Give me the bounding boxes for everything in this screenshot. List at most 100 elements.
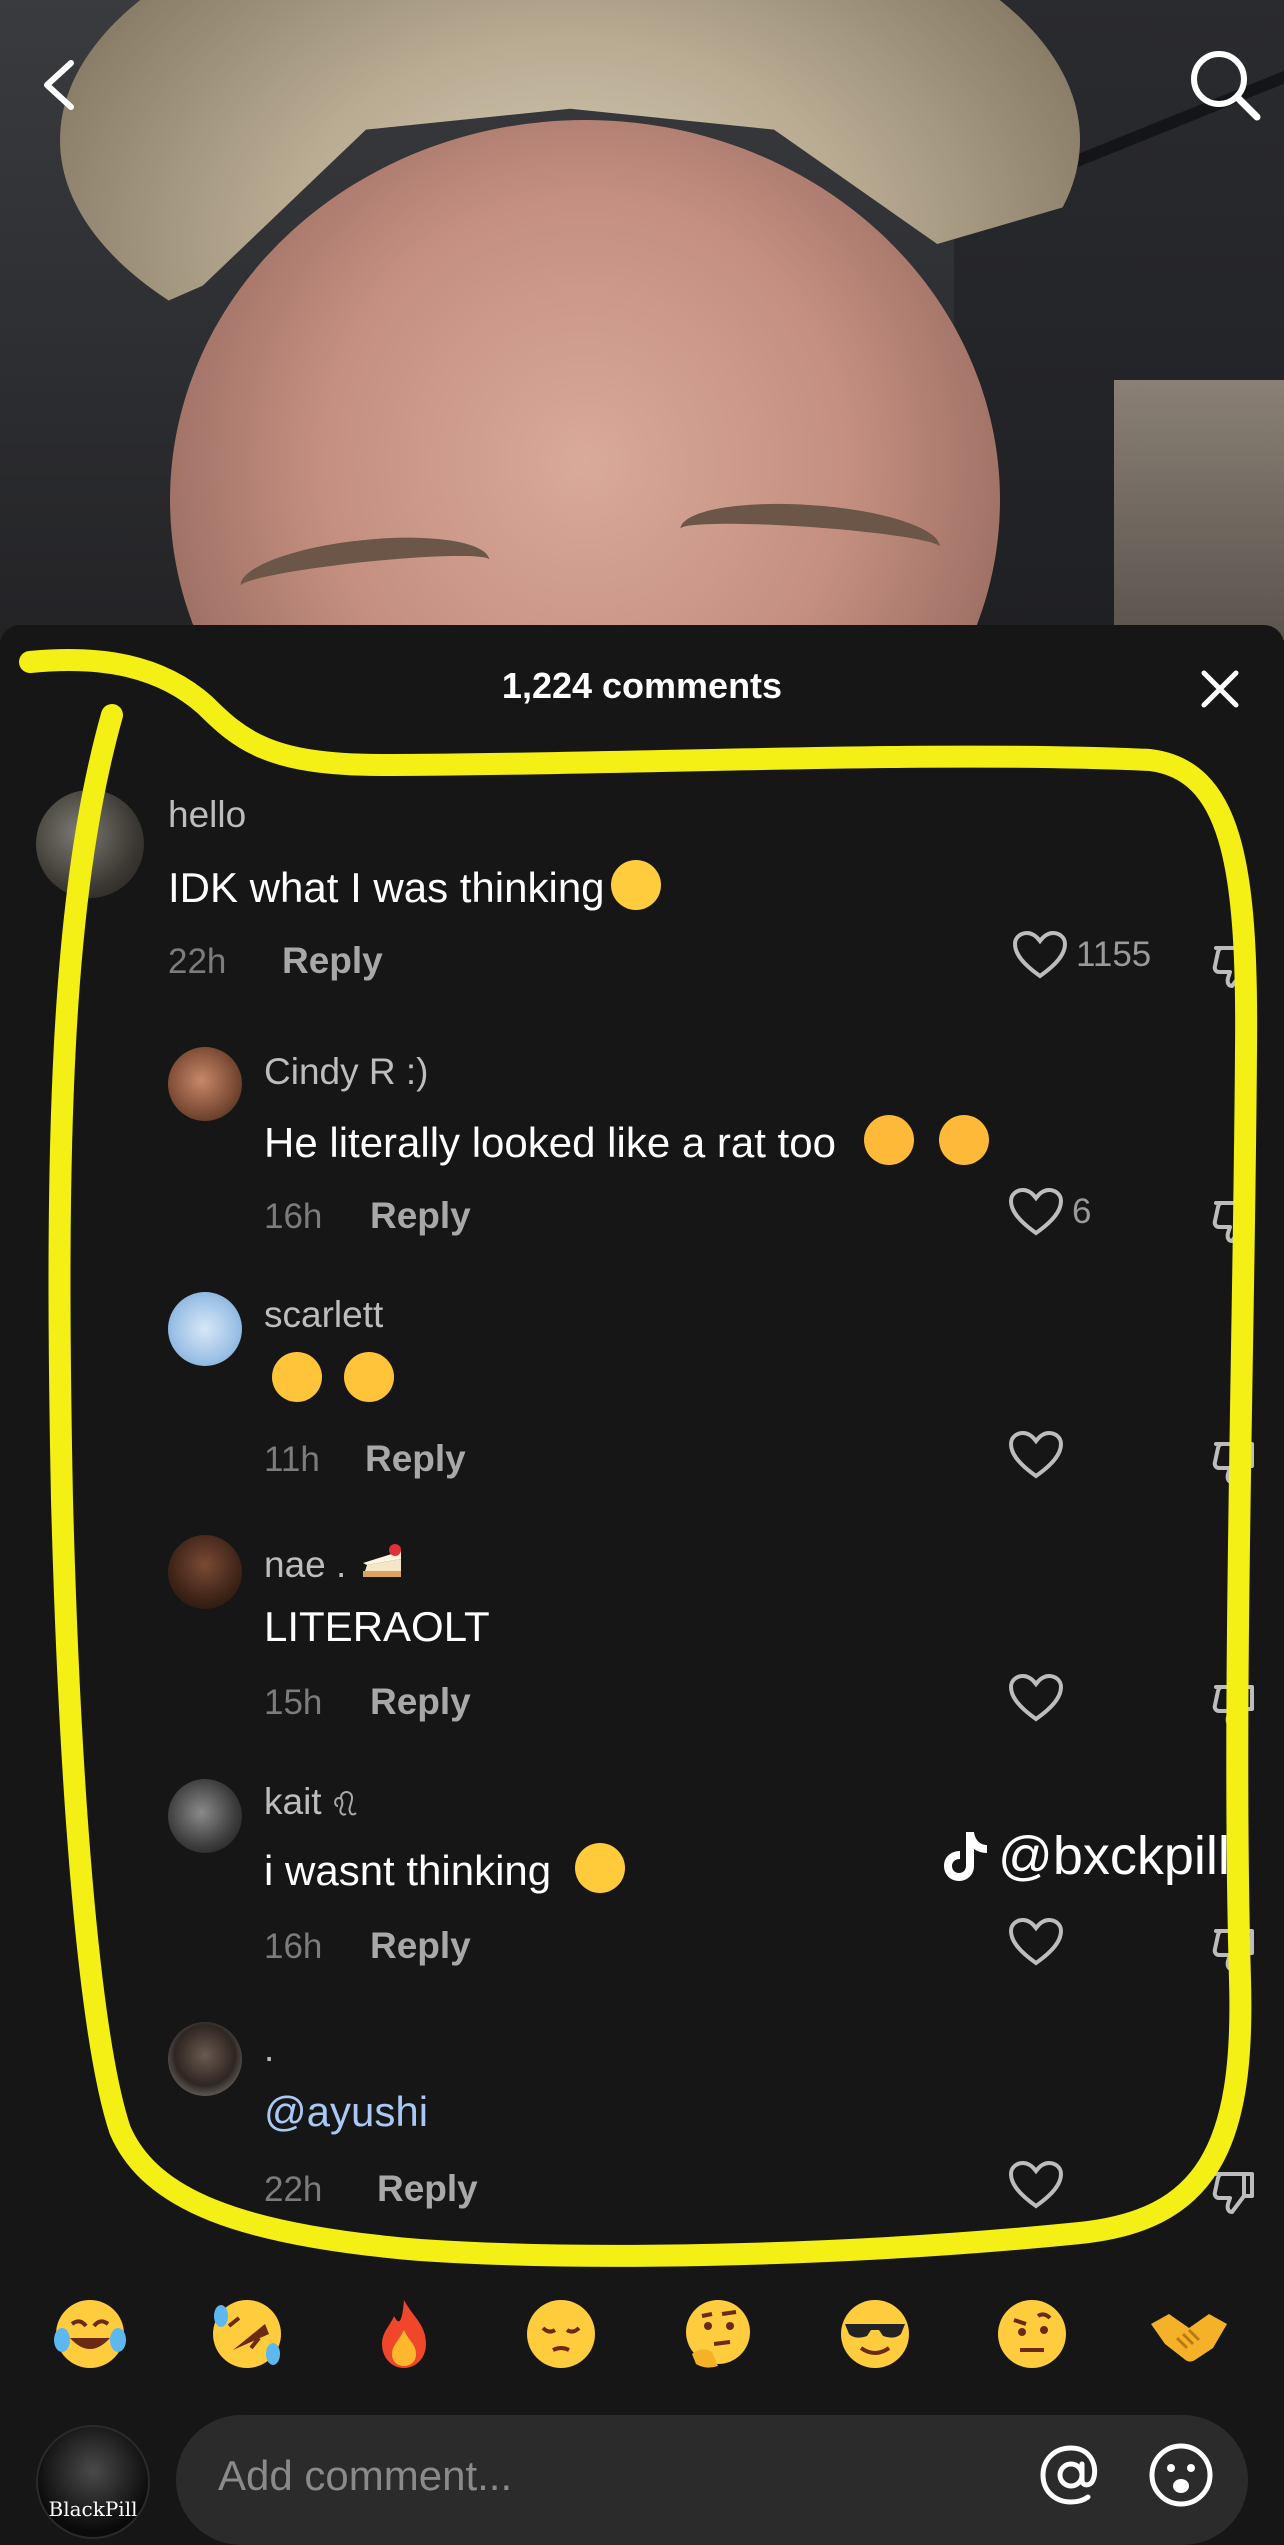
quick-emoji-button[interactable] [517, 2290, 605, 2378]
like-button[interactable] [1008, 1430, 1064, 1480]
rolling-on-the-floor-laughing-icon [213, 2300, 281, 2368]
avatar[interactable] [36, 790, 144, 898]
tiktok-watermark: @bxckpill [940, 1825, 1230, 1887]
search-icon [1191, 51, 1261, 121]
like-button[interactable] [1008, 1673, 1064, 1723]
quick-emoji-button[interactable] [46, 2290, 134, 2378]
quick-emoji-bar [0, 2290, 1284, 2386]
comment-username[interactable]: kait [264, 1781, 358, 1823]
comment-input-box[interactable] [176, 2415, 1248, 2545]
video-background [0, 0, 1284, 640]
close-button[interactable] [1186, 655, 1254, 723]
reply-button[interactable]: Reply [370, 1925, 471, 1967]
reply-button[interactable]: Reply [377, 2168, 478, 2210]
comment-text: i wasnt thinking [264, 1843, 625, 1895]
reply-button[interactable]: Reply [365, 1438, 466, 1480]
handshake-icon [1151, 2314, 1227, 2362]
quick-emoji-button[interactable] [831, 2290, 919, 2378]
like-button[interactable]: 6 [1008, 1187, 1091, 1237]
quick-emoji-button[interactable] [203, 2290, 291, 2378]
comment-text-content: IDK what I was thinking [168, 864, 605, 911]
dislike-button[interactable] [1204, 1191, 1264, 1251]
comment-input[interactable] [216, 2445, 920, 2507]
comment-text: IDK what I was thinking [168, 860, 661, 912]
heart-icon [1008, 1430, 1064, 1479]
reply-button[interactable]: Reply [370, 1681, 471, 1723]
background-door [1114, 380, 1284, 640]
face-with-raised-eyebrow-icon [998, 2300, 1066, 2368]
comment-timestamp: 15h [264, 1683, 323, 1722]
heart-icon [1008, 1187, 1064, 1236]
comment-username-text: nae . [264, 1544, 347, 1585]
thumbs-down-icon [1212, 1442, 1254, 1484]
like-button[interactable] [1008, 1917, 1064, 1967]
comment-text-content: i wasnt thinking [264, 1847, 552, 1894]
comment-text [264, 1352, 394, 1404]
close-icon [1201, 670, 1239, 708]
weary-face-icon [863, 1115, 914, 1165]
comment-username[interactable]: Cindy R :) [264, 1051, 428, 1093]
comment-timestamp: 16h [264, 1197, 323, 1236]
comment-username[interactable]: . [264, 2028, 274, 2070]
avatar-label: BlackPill [48, 2497, 138, 2521]
comment-username-text: kait [264, 1781, 322, 1822]
avatar[interactable] [168, 1047, 242, 1121]
squinting-face-with-tongue-icon [272, 1352, 322, 1402]
thinking-face-icon [686, 2300, 750, 2368]
comment-text: He literally looked like a rat too [264, 1115, 990, 1167]
avatar[interactable] [168, 1779, 242, 1853]
back-button[interactable] [18, 40, 108, 130]
quick-emoji-button[interactable] [674, 2290, 762, 2378]
like-count: 1155 [1076, 935, 1152, 974]
dislike-button[interactable] [1204, 1432, 1264, 1492]
comment-username[interactable]: nae . [264, 1541, 407, 1586]
comment-username[interactable]: scarlett [264, 1294, 383, 1336]
mention-button[interactable] [1031, 2435, 1111, 2515]
fire-icon [382, 2300, 426, 2368]
avatar[interactable] [168, 2022, 242, 2096]
chevron-left-icon [44, 60, 74, 110]
face-with-tears-of-joy-icon [54, 2300, 126, 2368]
quick-emoji-button[interactable] [360, 2290, 448, 2378]
cake-icon [362, 1544, 401, 1577]
comment-text-content: He literally looked like a rat too [264, 1119, 836, 1166]
quick-emoji-button[interactable] [1145, 2290, 1233, 2378]
weary-face-icon [939, 1115, 990, 1165]
pensive-face-icon [527, 2300, 595, 2368]
heart-icon [1008, 2160, 1064, 2209]
smiley-icon [1149, 2443, 1213, 2507]
thumbs-down-icon [1212, 2172, 1254, 2214]
comment-text: LITERAOLT [264, 1603, 490, 1650]
heart-icon [1008, 1917, 1064, 1966]
emoji-picker-button[interactable] [1141, 2435, 1221, 2515]
quick-emoji-button[interactable] [988, 2290, 1076, 2378]
heart-icon [1012, 930, 1068, 979]
comment-timestamp: 11h [264, 1440, 320, 1479]
thumbs-down-icon [1212, 1685, 1254, 1727]
thumbs-down-icon [1212, 1929, 1254, 1971]
loudly-crying-face-icon [610, 860, 661, 910]
comment-count-title: 1,224 comments [501, 665, 783, 706]
current-user-avatar[interactable]: BlackPill [36, 2425, 150, 2539]
comment-timestamp: 16h [264, 1927, 323, 1966]
leo-sign-icon [333, 1791, 357, 1816]
at-sign-icon [1040, 2445, 1098, 2505]
thumbs-down-icon [1212, 946, 1254, 988]
smiling-face-with-sunglasses-icon [841, 2300, 909, 2368]
dislike-button[interactable] [1204, 1919, 1264, 1979]
search-button[interactable] [1180, 40, 1270, 130]
dislike-button[interactable] [1204, 936, 1264, 996]
avatar[interactable] [168, 1535, 242, 1609]
like-button[interactable]: 1155 [1012, 930, 1151, 980]
avatar[interactable] [168, 1292, 242, 1366]
reply-button[interactable]: Reply [282, 940, 383, 982]
comment-timestamp: 22h [168, 942, 227, 981]
reply-button[interactable]: Reply [370, 1195, 471, 1237]
like-count: 6 [1072, 1192, 1092, 1231]
dislike-button[interactable] [1204, 1675, 1264, 1735]
dislike-button[interactable] [1204, 2162, 1264, 2222]
comment-username[interactable]: hello [168, 794, 246, 836]
comment-mention[interactable]: @ayushi [264, 2088, 428, 2136]
frowning-face-icon [574, 1843, 625, 1893]
like-button[interactable] [1008, 2160, 1064, 2210]
